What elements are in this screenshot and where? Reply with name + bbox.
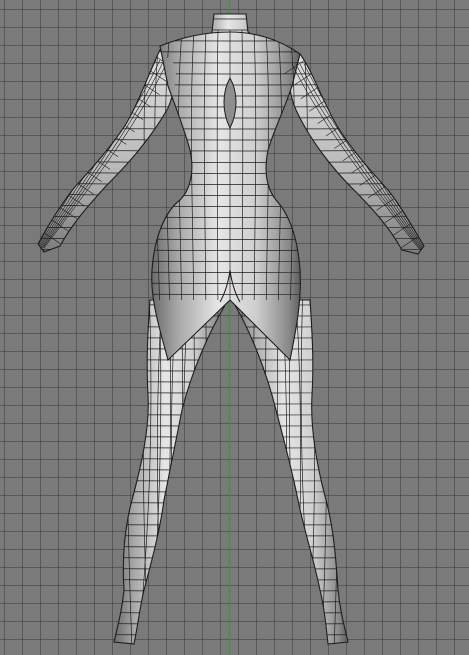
edge-loop	[38, 446, 424, 449]
viewport-canvas[interactable]	[0, 0, 469, 655]
edge-loop	[38, 479, 424, 482]
edge-loop	[38, 534, 424, 537]
edge-loop	[38, 424, 424, 427]
edge-loop	[38, 402, 424, 405]
edge-loop	[38, 314, 424, 317]
edge-loop	[38, 490, 424, 493]
edge-loop	[38, 545, 424, 548]
edge-loop	[20, 645, 450, 646]
edge-loop	[38, 369, 424, 372]
edge-loop	[38, 512, 424, 515]
edge-loop	[38, 578, 424, 581]
edge-loop	[38, 633, 424, 636]
edge-loop	[38, 325, 424, 328]
edge-loop	[38, 523, 424, 526]
edge-loop	[38, 435, 424, 438]
edge-loop	[38, 358, 424, 361]
3d-viewport[interactable]	[0, 0, 469, 655]
edge-loop	[38, 600, 424, 603]
edge-loop	[38, 567, 424, 570]
edge-loop	[38, 589, 424, 592]
edge-loop	[38, 468, 424, 471]
body-mesh[interactable]	[20, 13, 450, 650]
edge-loop	[38, 347, 424, 350]
edge-loop	[38, 622, 424, 625]
torso-surface[interactable]	[151, 31, 301, 362]
edge-loop	[38, 380, 424, 383]
edge-loop	[38, 501, 424, 504]
edge-loop	[38, 413, 424, 416]
edge-loop	[38, 611, 424, 614]
edge-loop	[38, 556, 424, 559]
edge-loop	[38, 391, 424, 394]
edge-loop	[38, 336, 424, 339]
edge-loop	[38, 457, 424, 460]
